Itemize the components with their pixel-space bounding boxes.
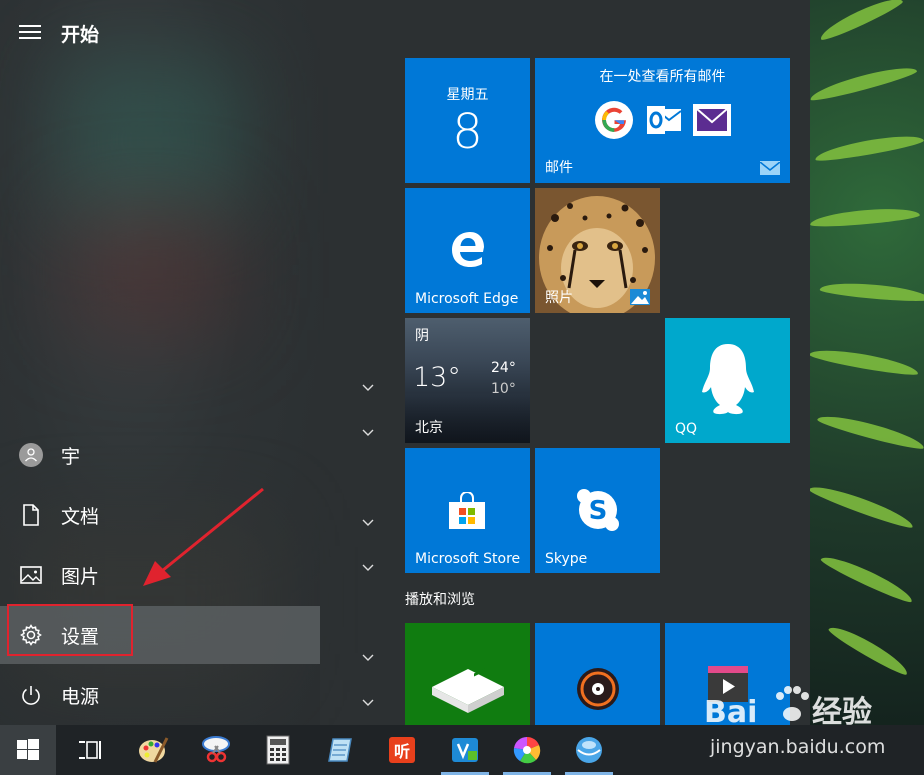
- documents-label: 文档: [61, 505, 100, 528]
- taskbar-notepad[interactable]: [312, 725, 368, 775]
- taskbar-photos-app[interactable]: [499, 725, 555, 775]
- tile-group-label: 播放和浏览: [405, 592, 475, 608]
- qq-tile[interactable]: QQ: [665, 318, 790, 443]
- user-account[interactable]: 宇: [0, 426, 320, 484]
- photos-badge-icon: [630, 289, 650, 305]
- store-bag-icon: [449, 492, 485, 529]
- weather-low: 10°: [491, 381, 516, 397]
- calendar-day: 星期五: [446, 87, 489, 103]
- groove-music-tile[interactable]: [535, 623, 660, 725]
- google-icon: [595, 101, 633, 139]
- pinwheel-icon: [513, 736, 541, 764]
- calendar-tile[interactable]: 星期五 8: [405, 58, 530, 183]
- pictures-icon: [18, 562, 44, 588]
- baidu-jingyan-watermark: Bai 经验 jingyan.baidu.com: [704, 686, 885, 758]
- store-tile[interactable]: Microsoft Store: [405, 448, 530, 573]
- yahoo-mail-icon: [693, 104, 731, 136]
- chevron-down-icon[interactable]: [360, 698, 376, 708]
- user-name: 宇: [61, 445, 81, 468]
- annotation-arrow: [143, 487, 264, 586]
- start-menu: 开始 宇 文档 图片 设置 电源 星期五 8 在一处查看所有邮件 邮件 Micr…: [0, 0, 810, 725]
- taskbar-ximalaya[interactable]: 听: [374, 725, 430, 775]
- console-icon: [432, 666, 504, 713]
- hamburger-menu-icon[interactable]: [19, 25, 41, 41]
- power-item[interactable]: 电源: [0, 666, 320, 724]
- start-left-rail: 开始 宇 文档 图片 设置 电源: [0, 0, 320, 725]
- xbox-tile[interactable]: [405, 623, 530, 725]
- taskbar-snipping[interactable]: [188, 725, 244, 775]
- mail-header: 在一处查看所有邮件: [599, 69, 726, 85]
- photos-label: 照片: [545, 290, 573, 306]
- weather-condition: 阴: [415, 328, 429, 344]
- calculator-icon: [266, 735, 290, 765]
- start-button[interactable]: [0, 725, 56, 775]
- photos-tile[interactable]: 照片: [535, 188, 660, 313]
- task-view-icon: [79, 741, 101, 759]
- mail-label: 邮件: [545, 160, 573, 176]
- edge-tile[interactable]: Microsoft Edge: [405, 188, 530, 313]
- avatar: [18, 442, 44, 468]
- paint-palette-icon: [139, 737, 169, 763]
- svg-text:听: 听: [394, 742, 410, 761]
- skype-icon: S: [577, 489, 619, 531]
- document-icon: [18, 502, 44, 528]
- chevron-down-icon[interactable]: [360, 518, 376, 528]
- weather-temp: 13°: [413, 362, 461, 393]
- chevron-down-icon[interactable]: [360, 383, 376, 393]
- watermark-brand-suffix: 经验: [812, 695, 872, 730]
- chevron-down-icon[interactable]: [360, 563, 376, 573]
- visual-studio-icon: [452, 738, 478, 762]
- weather-city: 北京: [415, 420, 443, 436]
- skype-label: Skype: [545, 551, 588, 567]
- mail-tile[interactable]: 在一处查看所有邮件 邮件: [535, 58, 790, 183]
- chevron-down-icon[interactable]: [360, 653, 376, 663]
- edge-label: Microsoft Edge: [415, 291, 519, 307]
- taskbar-vs[interactable]: [437, 725, 493, 775]
- calendar-date: 8: [452, 104, 483, 160]
- power-label: 电源: [61, 685, 100, 708]
- store-label: Microsoft Store: [415, 551, 521, 567]
- taskbar-paint[interactable]: [125, 725, 181, 775]
- taskbar-browser[interactable]: [561, 725, 617, 775]
- outlook-icon: [645, 101, 683, 139]
- watermark-brand-prefix: Bai: [704, 695, 757, 730]
- skype-tile[interactable]: S Skype: [535, 448, 660, 573]
- qq-penguin-icon: [702, 344, 754, 415]
- chevron-down-icon[interactable]: [360, 428, 376, 438]
- globe-icon: [576, 737, 602, 763]
- weather-high: 24°: [491, 360, 516, 376]
- power-icon: [18, 682, 44, 708]
- mail-badge-icon: [759, 161, 781, 175]
- ting-app-icon: 听: [389, 737, 415, 763]
- taskbar-calculator[interactable]: [250, 725, 306, 775]
- qq-label: QQ: [675, 421, 698, 437]
- notepad-icon: [328, 738, 352, 762]
- snipping-tool-icon: [202, 736, 230, 763]
- edge-icon: [452, 232, 484, 267]
- paw-logo-icon: [776, 686, 809, 721]
- settings-highlight-box: [7, 604, 133, 656]
- task-view-button[interactable]: [62, 725, 118, 775]
- svg-text:S: S: [589, 496, 608, 526]
- windows-logo-icon: [17, 739, 39, 760]
- weather-tile[interactable]: 阴 13° 24° 10° 北京: [405, 318, 530, 443]
- desktop-wallpaper: [810, 0, 924, 725]
- music-disc-icon: [577, 668, 619, 710]
- start-title: 开始: [61, 24, 100, 46]
- pictures-label: 图片: [61, 565, 100, 588]
- watermark-url: jingyan.baidu.com: [709, 736, 885, 758]
